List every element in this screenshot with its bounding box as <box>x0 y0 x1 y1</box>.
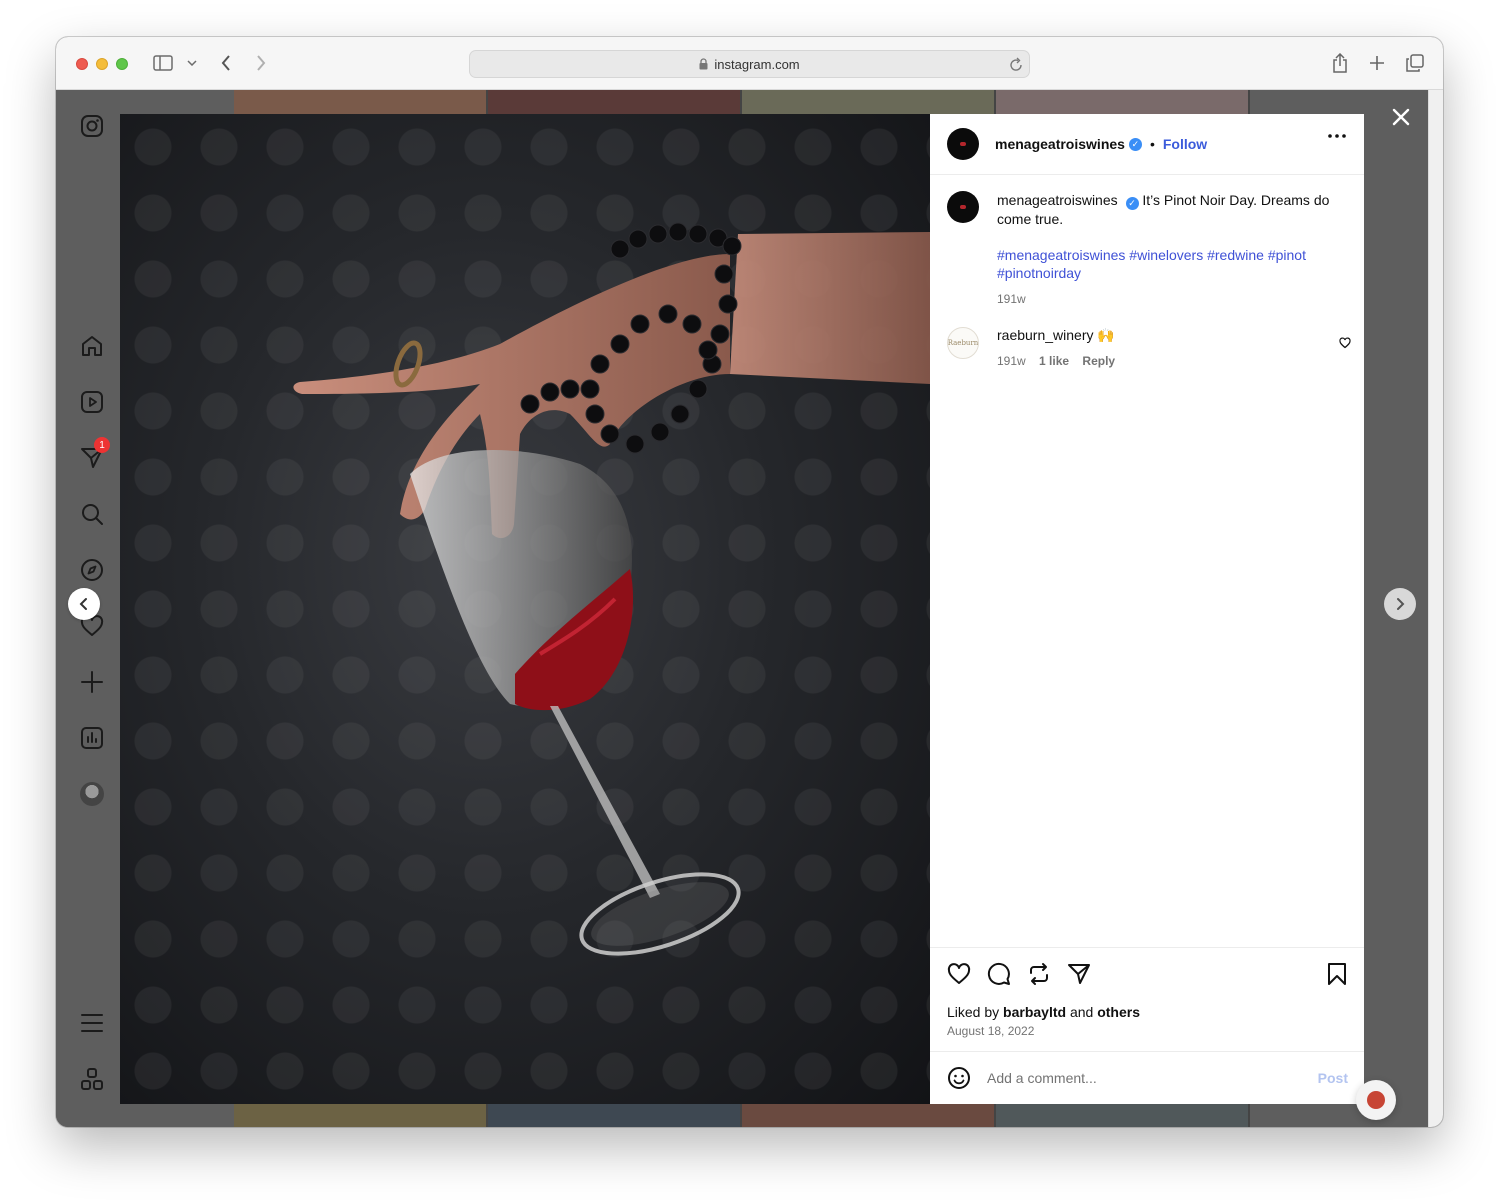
tab-overview-icon[interactable] <box>1404 52 1426 74</box>
liked-user-link[interactable]: barbayltd <box>1003 1004 1066 1020</box>
sidebar-toggle-icon[interactable] <box>152 53 174 73</box>
liked-by-text: Liked by barbayltd and others <box>947 1004 1140 1020</box>
follow-button[interactable]: Follow <box>1163 136 1207 152</box>
author-username[interactable]: menageatroiswines <box>995 136 1125 152</box>
liked-and: and <box>1069 1004 1094 1020</box>
reload-icon[interactable] <box>1009 56 1023 75</box>
caption-username[interactable]: menageatroiswines <box>997 192 1118 208</box>
reels-icon[interactable] <box>78 388 106 416</box>
messages-bubble-avatar <box>1367 1091 1385 1109</box>
forward-icon[interactable] <box>253 53 269 73</box>
url-text: instagram.com <box>714 56 800 72</box>
post-comment-button[interactable]: Post <box>1318 1070 1348 1086</box>
caption-verified-icon: ✓ <box>1125 196 1139 210</box>
post-header: menageatroiswines ✓ • Follow <box>930 114 1364 175</box>
dashboard-icon[interactable] <box>78 724 106 752</box>
back-icon[interactable] <box>218 53 234 73</box>
dot-separator: • <box>1149 136 1155 152</box>
chevron-down-icon[interactable] <box>186 57 198 69</box>
explore-icon[interactable] <box>78 556 106 584</box>
comment-input[interactable]: Add a comment... <box>987 1070 1318 1086</box>
new-tab-icon[interactable] <box>1367 53 1387 73</box>
wine-glass-illustration <box>293 222 930 956</box>
instagram-logo-icon[interactable] <box>78 112 106 140</box>
search-icon[interactable] <box>78 500 106 528</box>
comment-reply-button[interactable]: Reply <box>1082 354 1115 368</box>
menu-icon[interactable] <box>78 1009 106 1037</box>
messages-bubble[interactable] <box>1356 1080 1396 1120</box>
address-bar[interactable]: instagram.com <box>469 50 1030 78</box>
caption-hashtags[interactable]: #menageatroiswines #winelovers #redwine … <box>997 246 1337 282</box>
commenter-username[interactable]: raeburn_winery <box>997 327 1094 343</box>
post-details-panel: menageatroiswines ✓ • Follow menageatroi… <box>930 114 1364 1104</box>
minimize-window-button[interactable] <box>96 58 108 70</box>
background-grid-top <box>234 90 1250 114</box>
post-modal: menageatroiswines ✓ • Follow menageatroi… <box>120 114 1364 1104</box>
browser-toolbar: instagram.com <box>56 37 1443 90</box>
profile-avatar[interactable] <box>78 780 106 808</box>
comment-like-icon[interactable] <box>1339 337 1351 349</box>
repost-icon[interactable] <box>1027 962 1051 986</box>
caption-author-avatar[interactable] <box>947 191 979 223</box>
page-viewport: 1 menageatroiswines ✓ • Follow menageatr… <box>56 90 1428 1127</box>
home-icon[interactable] <box>78 332 106 360</box>
post-actions: Liked by barbayltd and others August 18,… <box>930 947 1364 1051</box>
close-window-button[interactable] <box>76 58 88 70</box>
create-icon[interactable] <box>78 668 106 696</box>
previous-post-button[interactable] <box>68 588 100 620</box>
caption-age: 191w <box>997 291 1026 306</box>
post-photo[interactable] <box>120 114 930 1104</box>
notification-badge: 1 <box>94 437 110 453</box>
comment-text: 🙌 <box>1097 327 1115 343</box>
profile-avatar-image <box>80 782 104 806</box>
liked-others-link[interactable]: others <box>1097 1004 1140 1020</box>
liked-prefix: Liked by <box>947 1004 1000 1020</box>
post-caption: menageatroiswines ✓ It’s Pinot Noir Day.… <box>947 191 1347 308</box>
commenter-avatar[interactable]: Raeburn <box>947 327 979 359</box>
chevron-right-icon <box>1397 598 1405 610</box>
save-icon[interactable] <box>1327 962 1347 986</box>
verified-badge-icon: ✓ <box>1128 137 1142 151</box>
scrollbar[interactable] <box>1428 90 1443 1127</box>
comment-age: 191w <box>997 354 1026 368</box>
more-apps-icon[interactable] <box>78 1065 106 1093</box>
browser-window: instagram.com 1 menageatroiswines ✓ • Fo… <box>56 37 1443 1127</box>
author-avatar[interactable] <box>947 128 979 160</box>
chevron-left-icon <box>79 598 87 610</box>
more-options-icon[interactable] <box>1328 134 1346 138</box>
comment-icon[interactable] <box>987 962 1011 986</box>
zoom-window-button[interactable] <box>116 58 128 70</box>
emoji-icon[interactable] <box>947 1066 971 1090</box>
share-icon[interactable] <box>1067 962 1091 986</box>
share-page-icon[interactable] <box>1330 51 1350 75</box>
next-post-button[interactable] <box>1384 588 1416 620</box>
comment-likes[interactable]: 1 like <box>1039 354 1069 368</box>
lock-icon <box>699 58 708 70</box>
background-grid-bottom <box>234 1104 1250 1127</box>
comment-item: Raeburn raeburn_winery 🙌 191w 1 like Rep… <box>947 327 1351 368</box>
like-icon[interactable] <box>947 962 971 986</box>
messages-icon[interactable]: 1 <box>78 437 110 472</box>
add-comment-bar: Add a comment... Post <box>930 1051 1364 1104</box>
close-modal-icon[interactable] <box>1388 104 1414 130</box>
post-date: August 18, 2022 <box>947 1024 1035 1038</box>
